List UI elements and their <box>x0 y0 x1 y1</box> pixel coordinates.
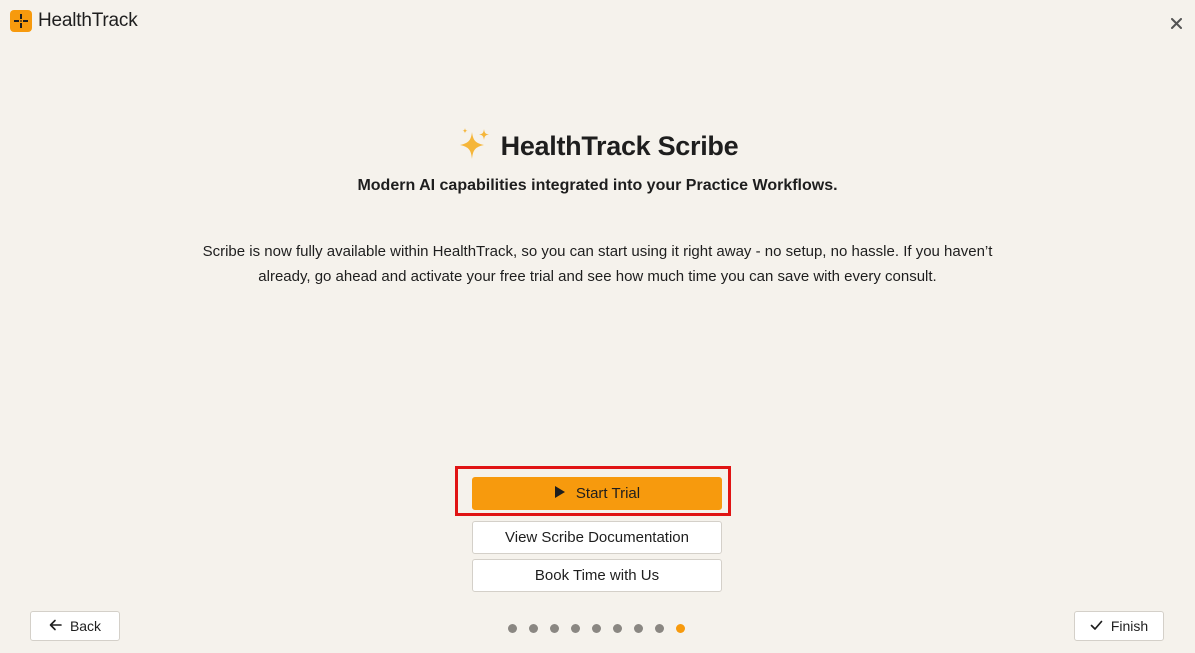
step-dot <box>529 624 538 633</box>
step-dot <box>592 624 601 633</box>
step-dot-active <box>676 624 685 633</box>
arrow-left-icon <box>49 618 62 634</box>
page-subtitle: Modern AI capabilities integrated into y… <box>357 177 838 194</box>
healthtrack-logo-icon <box>10 10 32 32</box>
hero-section: HealthTrack Scribe Modern AI capabilitie… <box>0 126 1195 289</box>
finish-button[interactable]: Finish <box>1074 611 1164 641</box>
sparkles-icon <box>457 126 493 167</box>
step-indicator <box>508 624 685 633</box>
view-docs-button[interactable]: View Scribe Documentation <box>472 521 722 554</box>
view-docs-label: View Scribe Documentation <box>505 529 689 546</box>
start-trial-label: Start Trial <box>575 485 641 502</box>
checkmark-icon <box>1090 618 1103 634</box>
step-dot <box>634 624 643 633</box>
book-time-label: Book Time with Us <box>534 567 660 584</box>
step-dot <box>655 624 664 633</box>
brand-name: HealthTrack <box>38 10 138 31</box>
action-buttons: Start Trial View Scribe Documentation Bo… <box>472 477 722 592</box>
start-trial-button[interactable]: Start Trial <box>472 477 722 510</box>
page-title: HealthTrack Scribe <box>500 131 739 161</box>
close-icon[interactable] <box>1167 14 1185 32</box>
finish-label: Finish <box>1110 618 1149 634</box>
play-icon <box>554 485 566 503</box>
back-label: Back <box>69 618 102 634</box>
hero-title-row: HealthTrack Scribe <box>457 126 739 167</box>
step-dot <box>613 624 622 633</box>
brand-logo: HealthTrack <box>10 10 138 32</box>
step-dot <box>571 624 580 633</box>
step-dot <box>508 624 517 633</box>
step-dot <box>550 624 559 633</box>
back-button[interactable]: Back <box>30 611 120 641</box>
book-time-button[interactable]: Book Time with Us <box>472 559 722 592</box>
page-description: Scribe is now fully available within Hea… <box>202 243 993 285</box>
